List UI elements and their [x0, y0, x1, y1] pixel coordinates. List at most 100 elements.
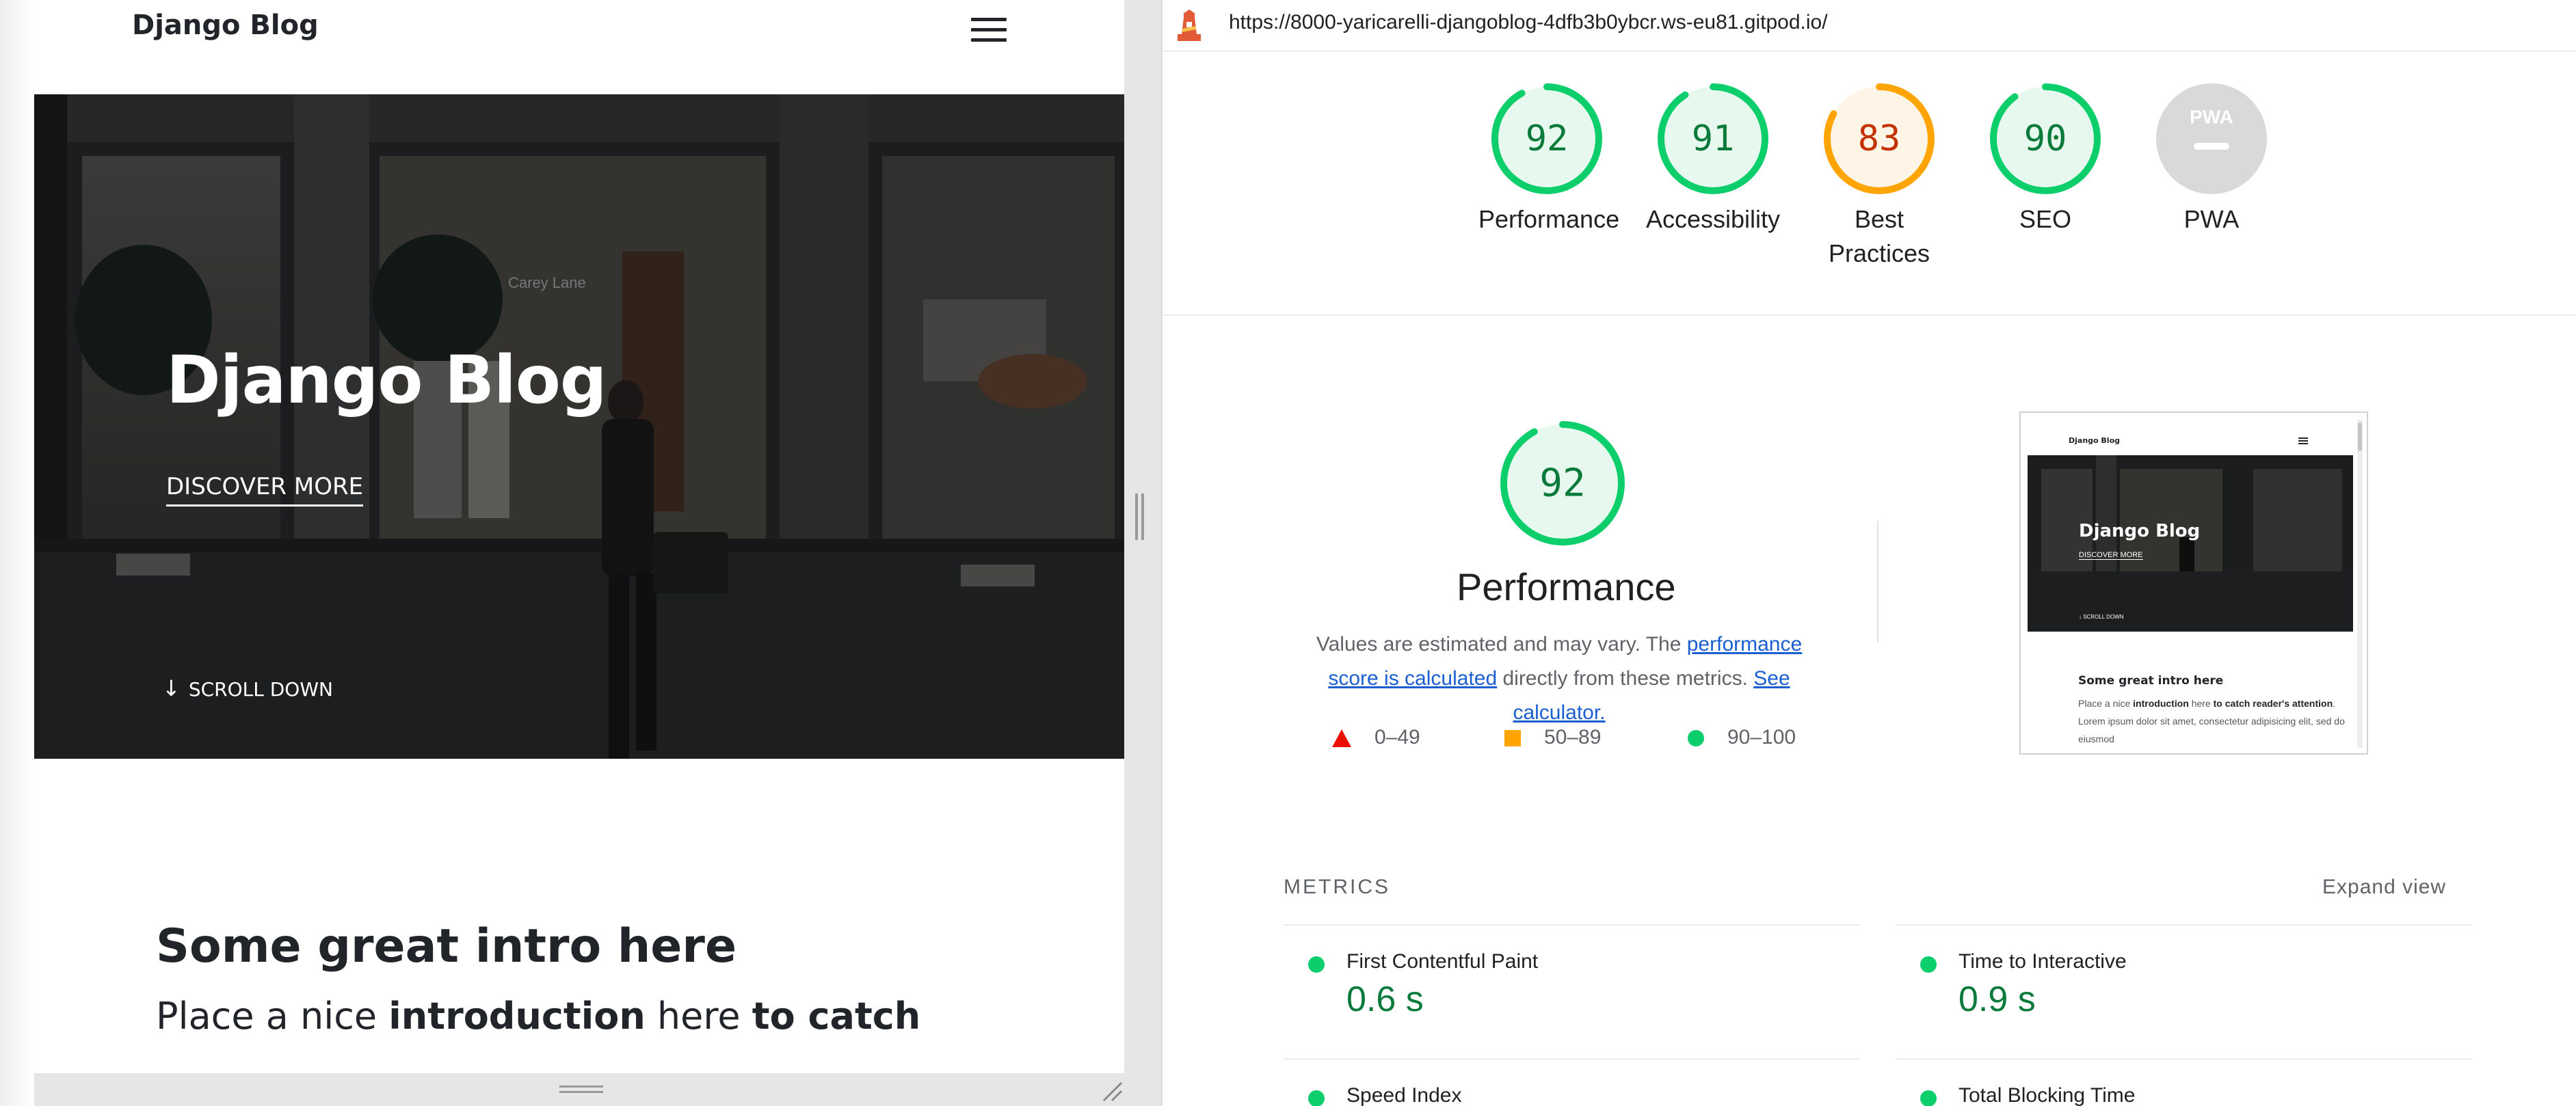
intro-heading: Some great intro here	[156, 919, 737, 973]
device-preview-pane: Django Blog Carey Lane Django Blog DISCO…	[0, 0, 1161, 1106]
score-gauge-ring: 92	[1491, 83, 1602, 194]
thumbnail-brand: Django Blog	[2069, 436, 2121, 445]
mobile-viewport: Django Blog Carey Lane Django Blog DISCO…	[34, 0, 1124, 1073]
metric-name: First Contentful Paint	[1346, 950, 1539, 973]
hero-title: Django Blog	[166, 342, 607, 418]
intro-text-part: Place a nice	[156, 995, 389, 1038]
legend-pass-label: 90–100	[1727, 726, 1796, 748]
metric-separator	[1284, 924, 1860, 926]
intro-text-bold: to catch	[752, 995, 921, 1038]
circle-icon	[1688, 730, 1704, 747]
gauge-score: 92	[1539, 461, 1585, 506]
arrow-down-icon: ↓	[162, 675, 181, 701]
metric-name: Total Blocking Time	[1958, 1084, 2136, 1106]
device-bottom-bar	[34, 1073, 1124, 1106]
score-gauge-ring: PWA	[2156, 83, 2267, 194]
legend-fail: 0–49	[1332, 726, 1420, 749]
gauge-label: Performance	[1478, 205, 1620, 233]
summary-separator	[1163, 314, 2576, 316]
site-navbar: Django Blog	[34, 0, 1124, 94]
thumbnail-hero-title: Django Blog	[2079, 521, 2201, 541]
final-screenshot-thumbnail[interactable]: Django Blog Django Blog DISCOVER MORE ↓ …	[2019, 412, 2368, 755]
pass-circle-icon	[1308, 956, 1325, 973]
gauge-label: Best Practices	[1828, 205, 1930, 267]
triangle-icon	[1332, 729, 1351, 748]
gauge-performance[interactable]: 92 Performance	[1478, 83, 1620, 237]
performance-separator	[1877, 521, 1878, 643]
legend-pass: 90–100	[1688, 726, 1796, 749]
performance-description: Values are estimated and may vary. The p…	[1289, 628, 1829, 730]
hamburger-menu-icon[interactable]	[971, 16, 1007, 44]
pwa-dash-icon	[2194, 143, 2229, 150]
intro-text: Place a nice introduction here to catch	[156, 995, 920, 1038]
legend-fail-label: 0–49	[1375, 726, 1420, 748]
report-topbar: https://8000-yaricarelli-djangoblog-4dfb…	[1163, 0, 2576, 52]
description-text: directly from these metrics.	[1497, 667, 1754, 690]
hero-background-image: Carey Lane	[34, 94, 1124, 759]
gauge-best-practices[interactable]: 83 Best Practices	[1811, 83, 1948, 271]
metric-value: 0.6 s	[1346, 980, 1424, 1019]
gauge-pwa[interactable]: PWA PWA	[2143, 83, 2280, 237]
gauge-seo[interactable]: 90 SEO	[1977, 83, 2114, 237]
score-gauge-ring: 83	[1824, 83, 1935, 194]
thumbnail-intro-text: Place a nice introduction here to catch …	[2078, 694, 2345, 748]
thumbnail-scroll: ↓ SCROLL DOWN	[2079, 614, 2124, 620]
thumbnail-scroll-label: SCROLL DOWN	[2083, 614, 2124, 620]
thumbnail-text: Place a nice	[2078, 698, 2134, 709]
discover-more-link[interactable]: DISCOVER MORE	[166, 473, 364, 507]
thumbnail-text: here	[2188, 698, 2214, 709]
intro-text-bold: introduction	[388, 995, 646, 1038]
scroll-down-link[interactable]: ↓ SCROLL DOWN	[162, 675, 333, 701]
intro-text-part: here	[645, 995, 752, 1038]
pass-circle-icon	[1308, 1090, 1325, 1106]
vertical-resize-handle-icon[interactable]	[559, 1085, 603, 1094]
report-url[interactable]: https://8000-yaricarelli-djangoblog-4dfb…	[1229, 11, 1828, 34]
performance-title: Performance	[1457, 565, 1676, 608]
pass-circle-icon	[1920, 1090, 1937, 1106]
metric-value: 0.9 s	[1958, 980, 2036, 1019]
square-icon	[1504, 730, 1521, 747]
thumbnail-discover: DISCOVER MORE	[2079, 551, 2143, 560]
hero-section: Carey Lane Django Blog DISCOVER MORE ↓ SC	[34, 94, 1124, 759]
gauge-background	[2156, 83, 2267, 194]
pwa-badge-icon: PWA	[2190, 107, 2233, 128]
thumbnail-intro-heading: Some great intro here	[2078, 674, 2224, 688]
thumbnail-hero: Django Blog DISCOVER MORE ↓ SCROLL DOWN	[2028, 455, 2353, 632]
performance-gauge: 92	[1500, 421, 1625, 549]
splitter-handle-icon[interactable]	[1135, 494, 1145, 540]
pass-circle-icon	[1920, 956, 1937, 973]
metric-name: Speed Index	[1346, 1084, 1462, 1106]
pane-gutter	[1124, 0, 1161, 1106]
gauge-score: 83	[1858, 118, 1901, 159]
gauge-score: 91	[1692, 118, 1735, 159]
gauge-score: 92	[1526, 118, 1569, 159]
gauge-label: SEO	[2019, 205, 2072, 233]
score-gauge-ring: 91	[1658, 83, 1768, 194]
thumbnail-scrollbar	[2357, 420, 2363, 748]
metric-separator	[1284, 1058, 1860, 1060]
site-brand[interactable]: Django Blog	[132, 10, 319, 41]
gauge-label: Accessibility	[1645, 205, 1781, 233]
legend-average: 50–89	[1504, 726, 1601, 749]
scroll-down-label: SCROLL DOWN	[188, 678, 333, 701]
lighthouse-report: https://8000-yaricarelli-djangoblog-4dfb…	[1163, 0, 2576, 1106]
lighthouse-icon	[1178, 10, 1201, 41]
thumbnail-hero-image	[2028, 455, 2353, 632]
metric-name: Time to Interactive	[1958, 950, 2127, 973]
gauge-accessibility[interactable]: 91 Accessibility	[1645, 83, 1781, 237]
legend-average-label: 50–89	[1544, 726, 1602, 748]
score-gauge-ring: 90	[1990, 83, 2101, 194]
resize-corner-icon[interactable]	[1101, 1076, 1124, 1103]
pane-shadow	[0, 0, 34, 1106]
thumbnail-bold: introduction	[2133, 698, 2189, 709]
expand-view-button[interactable]: Expand view	[2322, 876, 2446, 899]
description-text: Values are estimated and may vary. The	[1316, 633, 1687, 656]
thumbnail-bold: to catch reader's attention	[2213, 698, 2333, 709]
score-gauge-ring: 92	[1500, 421, 1625, 545]
metrics-title: METRICS	[1284, 876, 1390, 898]
thumbnail-scroll-thumb	[2358, 422, 2362, 451]
gauge-label: PWA	[2183, 205, 2240, 233]
metric-separator	[1896, 1058, 2472, 1060]
hamburger-menu-icon	[2298, 437, 2308, 444]
metric-separator	[1896, 924, 2472, 926]
